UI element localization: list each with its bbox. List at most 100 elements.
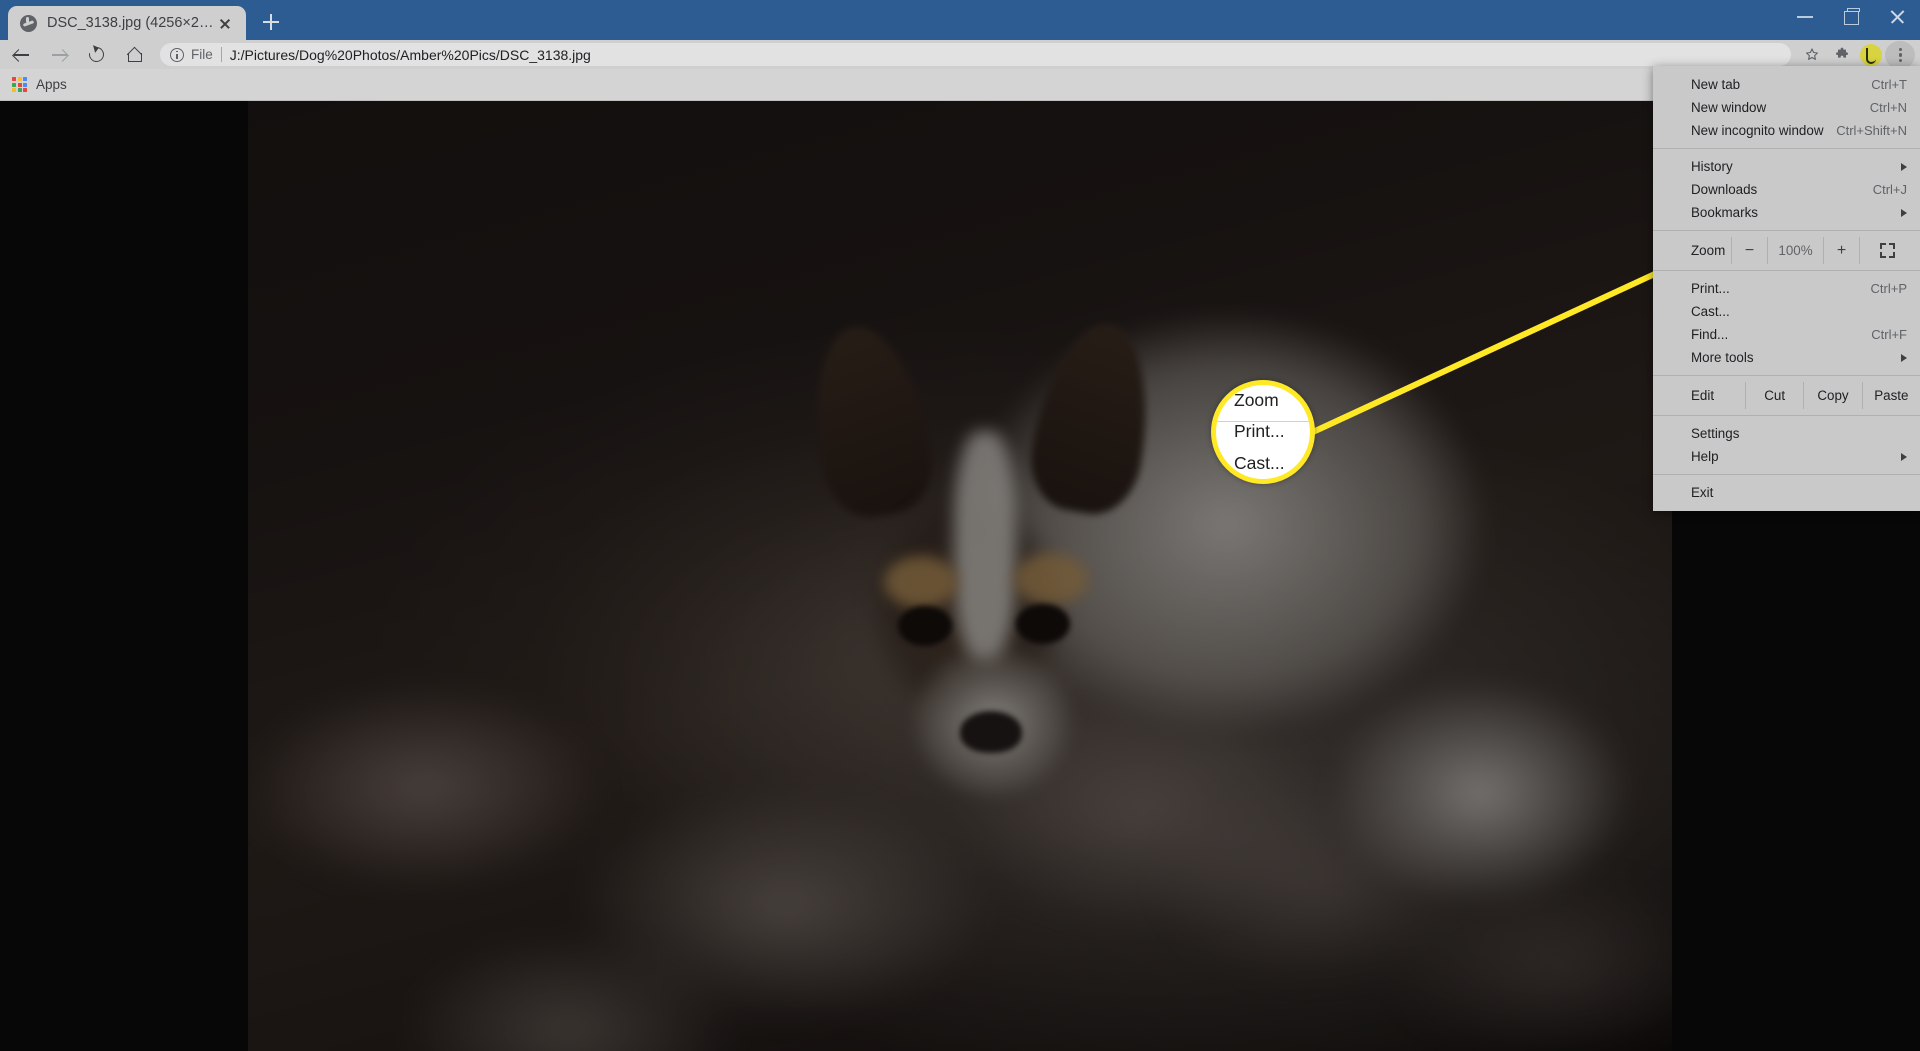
window-controls [1782,0,1920,40]
reload-icon [86,43,107,65]
browser-window: DSC_3138.jpg (4256×2832) File J:/Picture… [0,0,1920,1051]
browser-tab[interactable]: DSC_3138.jpg (4256×2832) [8,6,246,40]
arrow-back-icon [14,49,29,62]
zoom-label: Zoom [1691,243,1726,258]
menu-item-label: History [1691,159,1733,174]
menu-item-new-incognito-window[interactable]: New incognito window Ctrl+Shift+N [1653,119,1920,142]
tab-strip: DSC_3138.jpg (4256×2832) [0,0,1920,40]
apps-grid-cell [17,88,22,92]
info-circle-icon[interactable] [170,47,184,62]
paste-button[interactable]: Paste [1861,382,1920,409]
menu-item-label: New tab [1691,77,1741,92]
menu-separator [1653,270,1920,271]
home-icon [128,48,142,62]
menu-item-label: Exit [1691,485,1714,500]
minimize-icon[interactable] [1782,0,1828,32]
apps-grid-cell [23,77,27,81]
menu-item-bookmarks[interactable]: Bookmarks [1653,201,1920,224]
url-scheme-label: File [191,47,213,62]
apps-grid-cell [12,88,16,92]
menu-item-print[interactable]: Print... Ctrl+P [1653,277,1920,300]
globe-icon [20,14,37,32]
magnified-row-print: Print... [1234,421,1285,442]
menu-item-more-tools[interactable]: More tools [1653,346,1920,369]
star-icon [1806,47,1818,60]
magnified-row-zoom: Zoom [1234,389,1279,410]
apps-shortcut-label[interactable]: Apps [36,77,67,92]
close-icon[interactable] [214,12,236,34]
forward-button[interactable] [42,41,76,69]
chevron-right-icon [1901,162,1907,171]
menu-item-shortcut: Ctrl+F [1871,327,1907,342]
menu-item-label: Downloads [1691,182,1758,197]
divider [220,47,222,62]
menu-item-label: Help [1691,449,1719,464]
copy-button[interactable]: Copy [1803,382,1861,409]
menu-item-shortcut: Ctrl+N [1869,100,1907,115]
menu-item-cast[interactable]: Cast... [1653,300,1920,323]
tab-title: DSC_3138.jpg (4256×2832) [47,15,214,31]
close-window-icon[interactable] [1874,0,1920,32]
fullscreen-button[interactable] [1859,237,1915,264]
menu-item-shortcut: Ctrl+Shift+N [1836,123,1907,138]
chevron-right-icon [1901,208,1907,217]
extensions-button[interactable] [1827,41,1857,69]
chevron-right-icon [1901,353,1907,362]
zoom-level-value: 100% [1767,237,1823,264]
apps-grid-cell [12,77,16,81]
menu-edit-row: Edit Cut Copy Paste [1653,382,1920,409]
apps-grid-cell [23,88,27,92]
avatar[interactable] [1860,43,1882,66]
menu-item-label: Cast... [1691,304,1730,319]
menu-item-settings[interactable]: Settings [1653,422,1920,445]
magnifier-callout: Zoom Print... Cast... [1211,380,1315,484]
menu-item-shortcut: Ctrl+T [1871,77,1907,92]
menu-zoom-row: Zoom −100% + [1653,237,1920,264]
browser-toolbar: File J:/Pictures/Dog%20Photos/Amber%20Pi… [0,40,1920,69]
new-tab-button[interactable] [256,7,286,37]
menu-separator [1653,474,1920,475]
menu-item-label: Find... [1691,327,1729,342]
menu-item-shortcut: Ctrl+P [1870,281,1907,296]
reload-button[interactable] [80,41,114,69]
edit-label: Edit [1691,388,1715,403]
apps-grid-cell [23,82,27,87]
menu-item-label: Print... [1691,281,1730,296]
menu-item-new-window[interactable]: New window Ctrl+N [1653,96,1920,119]
menu-item-new-tab[interactable]: New tab Ctrl+T [1653,73,1920,96]
menu-separator [1653,230,1920,231]
page-content [0,101,1920,1051]
url-text: J:/Pictures/Dog%20Photos/Amber%20Pics/DS… [229,46,591,63]
three-dot-menu-icon[interactable] [1885,40,1915,69]
back-button[interactable] [4,41,38,69]
apps-grid-cell [17,77,22,81]
menu-item-help[interactable]: Help [1653,445,1920,468]
apps-grid-cell [12,82,16,87]
zoom-out-button[interactable]: − [1731,237,1767,264]
menu-item-label: More tools [1691,350,1754,365]
home-button[interactable] [118,41,152,69]
menu-separator [1653,415,1920,416]
menu-separator [1653,148,1920,149]
dim-overlay [0,101,1920,1051]
maximize-icon[interactable] [1828,0,1874,32]
puzzle-piece-icon [1836,47,1848,58]
apps-grid-icon[interactable] [12,77,27,92]
chrome-main-menu: New tab Ctrl+T New window Ctrl+N New incogni… [1653,66,1920,511]
bookmark-button[interactable] [1797,41,1827,69]
menu-item-exit[interactable]: Exit [1653,481,1920,504]
address-bar[interactable]: File J:/Pictures/Dog%20Photos/Amber%20Pi… [160,43,1791,66]
chevron-right-icon [1901,452,1907,461]
menu-item-downloads[interactable]: Downloads Ctrl+J [1653,178,1920,201]
menu-item-label: Bookmarks [1691,205,1758,220]
arrow-forward-icon [52,49,67,62]
menu-item-history[interactable]: History [1653,155,1920,178]
menu-item-find[interactable]: Find... Ctrl+F [1653,323,1920,346]
fullscreen-icon [1880,243,1895,258]
cut-button[interactable]: Cut [1745,382,1803,409]
bookmarks-bar: Apps [0,69,1920,101]
menu-item-shortcut: Ctrl+J [1872,182,1907,197]
magnifier-divider [1216,421,1310,422]
menu-item-label: New window [1691,100,1767,115]
zoom-in-button[interactable]: + [1823,237,1859,264]
